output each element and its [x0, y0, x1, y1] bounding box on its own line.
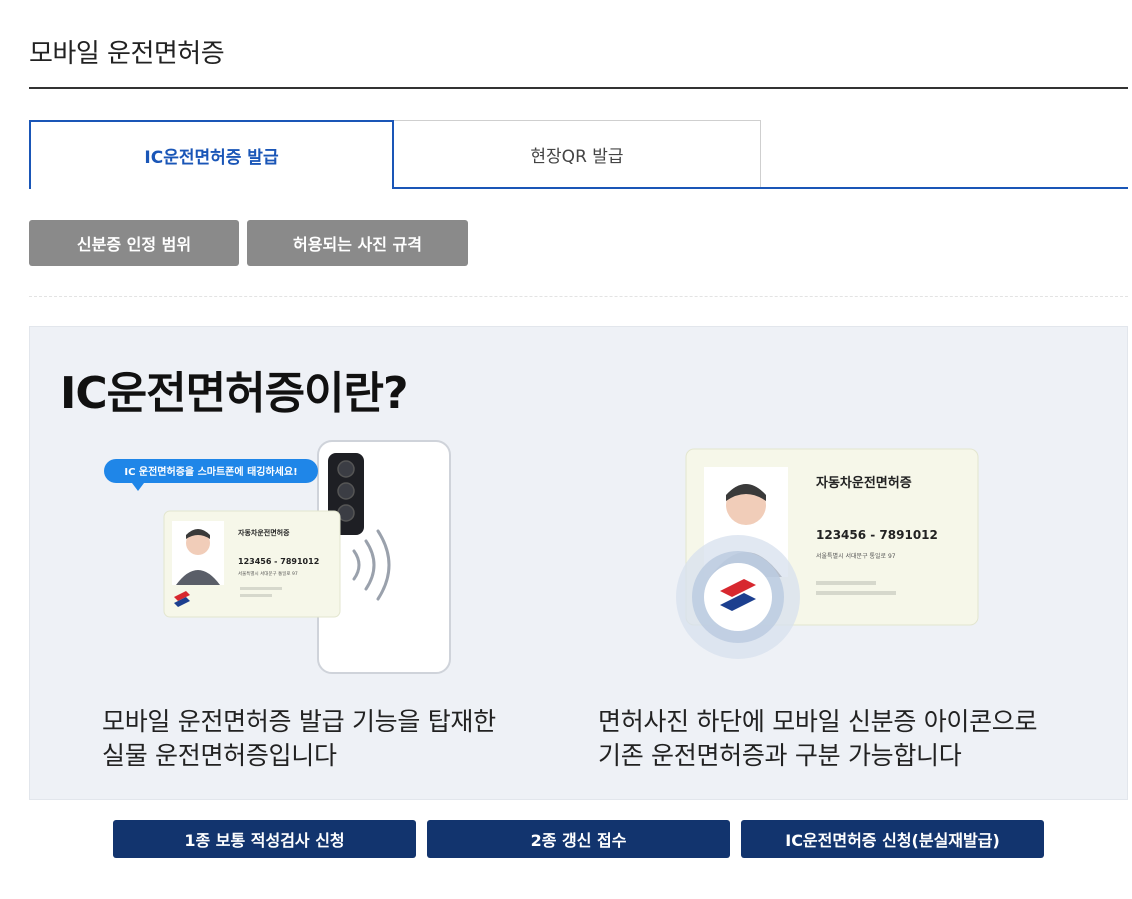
- card-number: 123456 - 7891012: [238, 557, 319, 566]
- left-description: 모바일 운전면허증 발급 기능을 탑재한 실물 운전면허증입니다: [102, 707, 496, 770]
- card-address: 서울특별시 서대문구 통일로 97: [238, 570, 298, 577]
- panel-heading: IC운전면허증이란?: [60, 368, 409, 419]
- title-divider: [29, 87, 1128, 89]
- card-title: 자동차운전면허증: [816, 475, 912, 491]
- section-divider: [29, 296, 1128, 297]
- tab-label: IC운전면허증 발급: [144, 148, 279, 168]
- tab-bar: IC운전면허증 발급 현장QR 발급: [29, 120, 1128, 189]
- nfc-tag-illustration: IC 운전면허증을 스마트폰에 태깅하세요! 자동차운전면허증 123456 -…: [104, 440, 451, 674]
- info-button-group: 신분증 인정 범위 허용되는 사진 규격: [29, 220, 468, 266]
- page-title: 모바일 운전면허증: [29, 39, 225, 69]
- tab-ic-license[interactable]: IC운전면허증 발급: [29, 120, 394, 189]
- id-scope-button[interactable]: 신분증 인정 범위: [29, 220, 239, 266]
- photo-spec-button[interactable]: 허용되는 사진 규격: [247, 220, 468, 266]
- right-description: 면허사진 하단에 모바일 신분증 아이콘으로 기존 운전면허증과 구분 가능합니…: [598, 707, 1038, 770]
- tag-hint-bubble: IC 운전면허증을 스마트폰에 태깅하세요!: [104, 459, 318, 491]
- class1-aptitude-test-button[interactable]: 1종 보통 적성검사 신청: [113, 820, 416, 858]
- license-card: 자동차운전면허증 123456 - 7891012 서울특별시 서대문구 통일로…: [163, 510, 341, 618]
- card-title: 자동차운전면허증: [238, 528, 290, 537]
- ic-license-reissue-button[interactable]: IC운전면허증 신청(분실재발급): [741, 820, 1044, 858]
- card-address: 서울특별시 서대문구 통일로 97: [816, 552, 896, 560]
- class2-renewal-button[interactable]: 2종 갱신 접수: [427, 820, 730, 858]
- license-icon-illustration: 자동차운전면허증 123456 - 7891012 서울특별시 서대문구 통일로…: [676, 448, 979, 659]
- tab-label: 현장QR 발급: [530, 146, 624, 167]
- card-number: 123456 - 7891012: [816, 528, 938, 542]
- info-panel: IC운전면허증이란? IC 운전면허증을 스마트폰에 태깅하세요! 자동차운전면…: [29, 326, 1128, 800]
- bubble-text: IC 운전면허증을 스마트폰에 태깅하세요!: [124, 465, 297, 478]
- action-button-group: 1종 보통 적성검사 신청 2종 갱신 접수 IC운전면허증 신청(분실재발급): [113, 820, 1044, 858]
- mobile-id-icon: [676, 535, 800, 659]
- tab-onsite-qr[interactable]: 현장QR 발급: [394, 120, 761, 187]
